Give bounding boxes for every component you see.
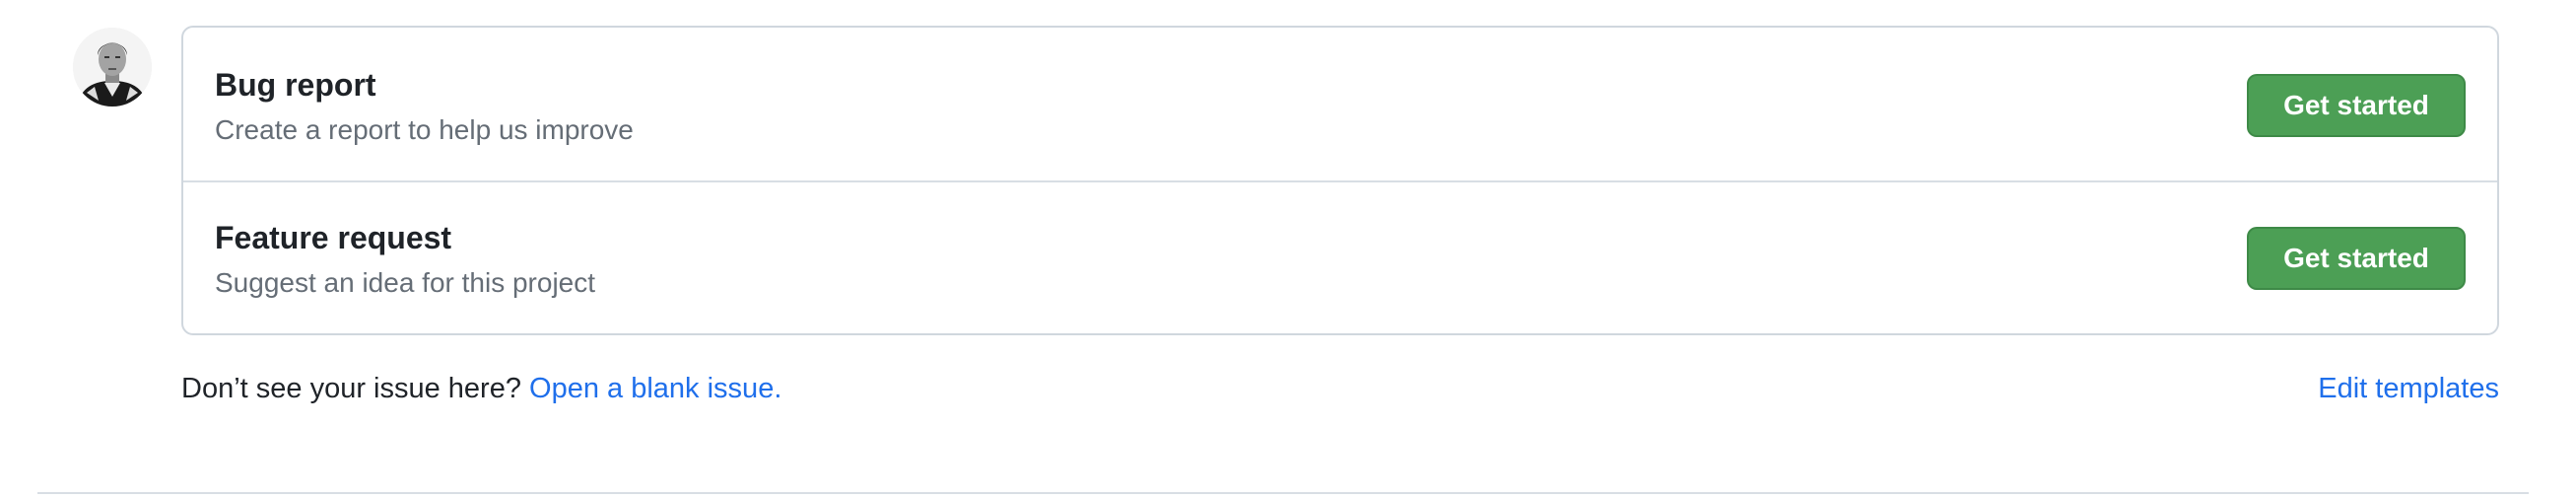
template-description: Suggest an idea for this project xyxy=(215,267,596,298)
edit-templates-link[interactable]: Edit templates xyxy=(2318,373,2499,405)
bottom-divider xyxy=(37,492,2529,494)
open-blank-issue-link[interactable]: Open a blank issue. xyxy=(529,373,781,404)
user-avatar-icon xyxy=(73,28,152,107)
template-title: Bug report xyxy=(215,67,376,103)
issue-template-chooser: Bug report Create a report to help us im… xyxy=(0,0,2576,499)
user-avatar[interactable] xyxy=(73,28,152,107)
template-row-bug-report: Bug report Create a report to help us im… xyxy=(183,28,2497,182)
template-title: Feature request xyxy=(215,220,452,255)
issue-templates-list: Bug report Create a report to help us im… xyxy=(181,26,2499,335)
get-started-button-feature-request[interactable]: Get started xyxy=(2247,227,2466,290)
template-row-feature-request: Feature request Suggest an idea for this… xyxy=(183,182,2497,336)
get-started-button-bug-report[interactable]: Get started xyxy=(2247,74,2466,137)
template-description: Create a report to help us improve xyxy=(215,114,634,145)
blank-issue-prompt-text: Don’t see your issue here? xyxy=(181,373,521,404)
blank-issue-prompt: Don’t see your issue here? Open a blank … xyxy=(181,373,781,405)
